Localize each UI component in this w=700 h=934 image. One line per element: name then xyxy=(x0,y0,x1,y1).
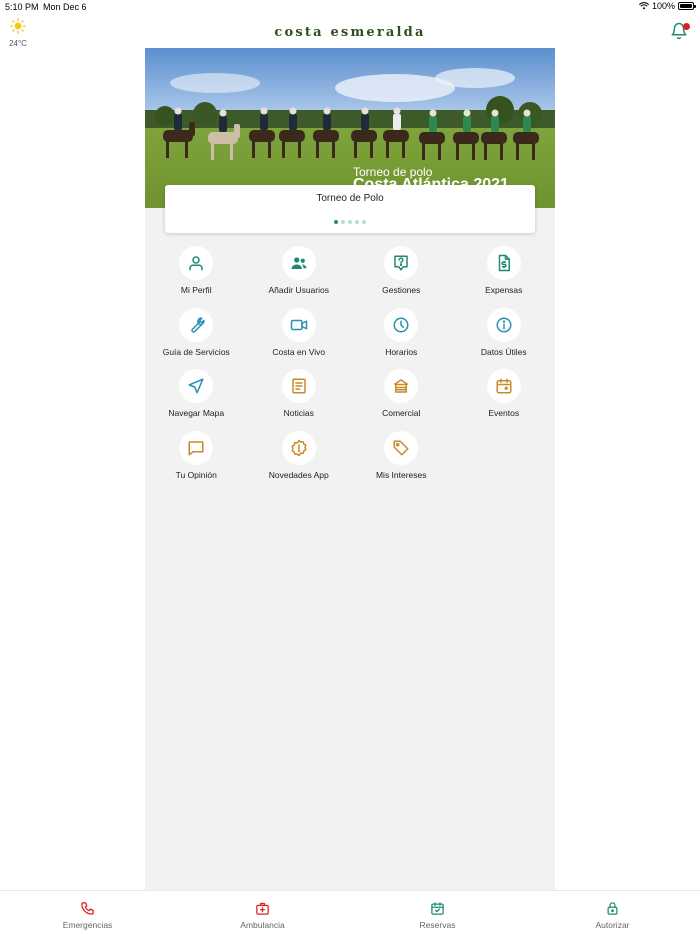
menu-item-mis-intereses[interactable]: Mis Intereses xyxy=(350,429,453,491)
menu-item-label: Tu Opinión xyxy=(175,469,217,480)
menu-item-label: Datos Útiles xyxy=(480,346,527,357)
menu-item-noticias[interactable]: Noticias xyxy=(248,367,351,429)
menu-item-mi-perfil[interactable]: Mi Perfil xyxy=(145,244,248,306)
main-content: Torneo de polo Costa Atlántica 2021 Torn… xyxy=(145,48,555,890)
menu-item-guia-de-servicios[interactable]: Guía de Servicios xyxy=(145,306,248,368)
invoice-icon xyxy=(498,254,510,272)
menu-item-tu-opinion[interactable]: Tu Opinión xyxy=(145,429,248,491)
menu-item-novedades-app[interactable]: Novedades App xyxy=(248,429,351,491)
navigation-icon xyxy=(188,378,204,394)
menu-item-label: Noticias xyxy=(283,408,314,418)
lock-icon xyxy=(607,902,618,915)
chat-icon xyxy=(188,440,204,455)
menu-item-comercial[interactable]: Comercial xyxy=(350,367,453,429)
users-icon xyxy=(291,257,307,269)
info-icon xyxy=(496,317,512,332)
hero-banner[interactable]: Torneo de polo Costa Atlántica 2021 xyxy=(145,48,555,208)
battery-fill xyxy=(680,4,692,8)
menu-grid: Mi Perfil Añadir Usuarios Gestiones Expe… xyxy=(145,244,555,490)
menu-item-navegar-mapa[interactable]: Navegar Mapa xyxy=(145,367,248,429)
menu-item-eventos[interactable]: Eventos xyxy=(453,367,556,429)
bottom-nav: Emergencias Ambulancia Reservas Autoriza… xyxy=(0,890,700,934)
alert-badge-icon xyxy=(291,439,307,456)
phone-icon xyxy=(81,902,94,915)
carousel-dot[interactable] xyxy=(348,220,352,224)
nav-label: Emergencias xyxy=(62,920,113,930)
carousel-title: Torneo de Polo xyxy=(316,193,384,204)
status-bar: 5:10 PM Mon Dec 6 100% xyxy=(0,0,700,14)
calendar-check-icon xyxy=(431,902,444,915)
nav-label: Autorizar xyxy=(595,920,630,930)
carousel-card[interactable]: Torneo de Polo xyxy=(165,185,535,233)
menu-item-label: Mis Intereses xyxy=(375,469,427,480)
notifications-button[interactable] xyxy=(670,22,690,42)
weather-temperature: 24°C xyxy=(9,39,27,48)
calendar-icon xyxy=(496,378,512,394)
status-date: Mon Dec 6 xyxy=(43,2,87,12)
menu-item-anadir-usuarios[interactable]: Añadir Usuarios xyxy=(248,244,351,306)
storefront-icon xyxy=(394,379,409,393)
nav-autorizar[interactable]: Autorizar xyxy=(525,891,700,934)
nav-reservas[interactable]: Reservas xyxy=(350,891,525,934)
question-bubble-icon xyxy=(394,255,408,271)
battery-percent: 100% xyxy=(651,1,675,11)
menu-item-label: Guía de Servicios xyxy=(162,346,230,357)
clock-icon xyxy=(393,317,409,332)
menu-item-label: Gestiones xyxy=(382,285,421,295)
carousel-dot[interactable] xyxy=(355,220,359,224)
carousel-dot[interactable] xyxy=(334,220,338,224)
menu-item-label: Costa en Vivo xyxy=(272,346,326,357)
menu-item-datos-utiles[interactable]: Datos Útiles xyxy=(453,306,556,368)
status-indicators: 100% xyxy=(638,1,696,11)
menu-item-horarios[interactable]: Horarios xyxy=(350,306,453,368)
menu-item-label: Novedades App xyxy=(268,469,329,480)
menu-item-label: Eventos xyxy=(488,408,520,418)
menu-item-label: Mi Perfil xyxy=(180,285,212,295)
nav-label: Reservas xyxy=(419,920,456,930)
menu-item-costa-en-vivo[interactable]: Costa en Vivo xyxy=(248,306,351,368)
menu-item-gestiones[interactable]: Gestiones xyxy=(350,244,453,306)
battery-icon xyxy=(678,2,696,10)
tag-icon xyxy=(393,440,409,455)
carousel-pagination xyxy=(165,220,535,224)
user-icon xyxy=(189,256,203,271)
notification-badge xyxy=(683,23,690,30)
menu-item-label: Horarios xyxy=(385,346,418,357)
nav-ambulancia[interactable]: Ambulancia xyxy=(175,891,350,934)
medical-kit-icon xyxy=(256,902,269,915)
nav-label: Ambulancia xyxy=(240,920,285,930)
wrench-icon xyxy=(191,316,205,333)
nav-emergencias[interactable]: Emergencias xyxy=(0,891,175,934)
menu-item-label: Navegar Mapa xyxy=(168,408,225,418)
wifi-icon xyxy=(638,2,649,10)
carousel-dot[interactable] xyxy=(341,220,345,224)
menu-item-label: Comercial xyxy=(382,408,421,418)
menu-item-label: Expensas xyxy=(485,285,523,295)
video-camera-icon xyxy=(290,319,307,330)
news-icon xyxy=(292,378,306,394)
menu-item-expensas[interactable]: Expensas xyxy=(453,244,556,306)
app-brand-logo: costa esmeralda xyxy=(274,25,426,40)
menu-item-label: Añadir Usuarios xyxy=(268,285,329,295)
carousel-dot[interactable] xyxy=(362,220,366,224)
status-time: 5:10 PM xyxy=(5,2,39,12)
